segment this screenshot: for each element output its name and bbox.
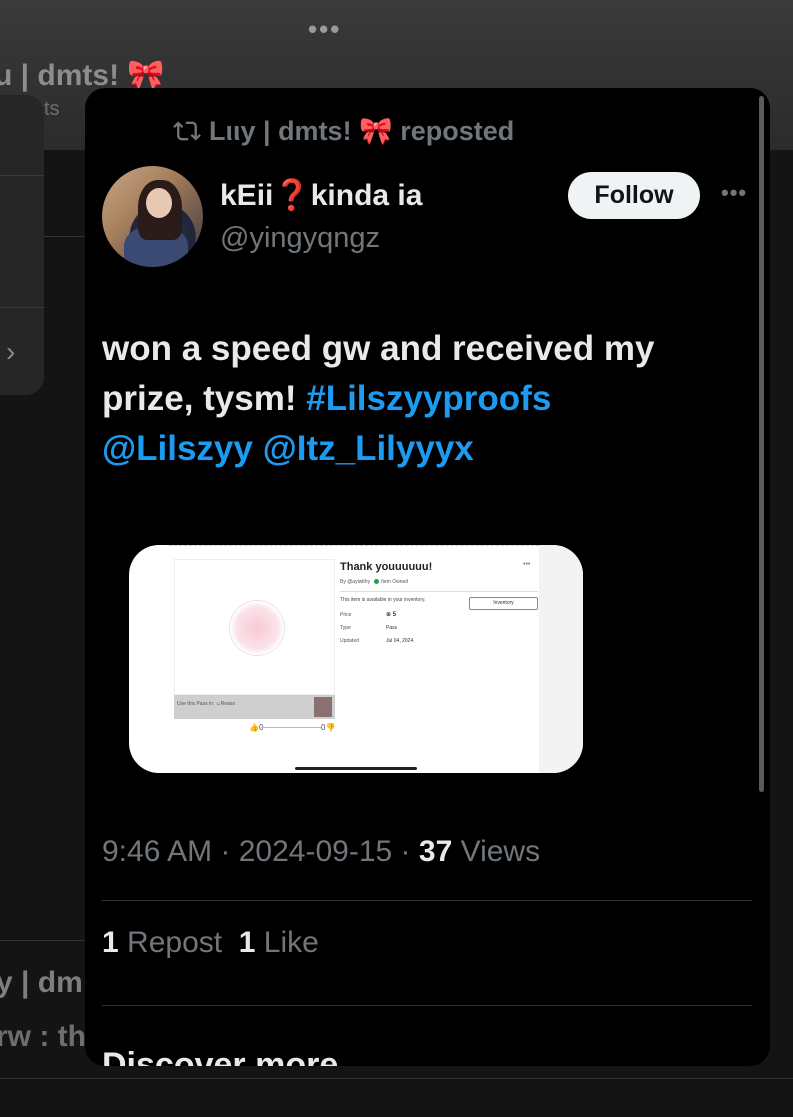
views-label: Views: [460, 835, 541, 868]
mention-link[interactable]: @Itz_Lilyyyx: [263, 429, 474, 468]
item-creator: By @aylwithy Item Owned: [340, 579, 408, 585]
background-divider: [0, 1078, 793, 1079]
vote-bar: [261, 727, 321, 728]
background-post-name: y | dm: [0, 966, 83, 999]
repost-stat-label: Repost: [127, 926, 223, 959]
check-icon: [374, 579, 380, 585]
scrollbar[interactable]: [759, 96, 764, 792]
thumbs-down-icon: 0👎: [321, 723, 336, 732]
tweet-detail-card: Lιιy | dmts! 🎀 reposted kEii❓kinda ia @y…: [85, 88, 770, 1066]
game-thumbnail: [314, 697, 332, 717]
avatar-figure: [146, 188, 172, 218]
author-handle[interactable]: @yingyqngz: [220, 222, 380, 255]
chevron-right-icon: ›: [6, 336, 16, 367]
detail-label: Type: [340, 625, 351, 631]
repost-icon: [173, 121, 201, 141]
divider: [102, 1005, 752, 1006]
item-title: Thank youuuuuu!: [340, 561, 433, 573]
like-stat-label: Like: [263, 926, 319, 959]
like-count: 1: [238, 926, 256, 959]
media-top-edge: [169, 545, 549, 548]
item-owned-label: Item Owned: [381, 579, 409, 585]
divider: [102, 900, 752, 901]
detail-value: ⊕ 5: [386, 612, 397, 618]
dislike-count: 0: [321, 723, 326, 732]
follow-button[interactable]: Follow: [568, 172, 700, 219]
tweet-media-image[interactable]: Use this Pass in: ☺Reaso 👍0 0👎 Thank you…: [129, 545, 583, 773]
item-use-bar: Use this Pass in: ☺Reaso: [174, 695, 335, 719]
item-thumbnail: [174, 559, 335, 695]
media-side-strip: [539, 545, 583, 773]
more-options-icon: •••: [523, 561, 531, 568]
tweet-time: 9:46 AM: [102, 835, 213, 868]
item-use-text: Use this Pass in: ☺Reaso: [177, 701, 236, 707]
background-more-dots: •••: [308, 14, 342, 44]
views-count: 37: [418, 835, 453, 868]
more-options-icon[interactable]: •••: [721, 180, 747, 206]
detail-label: Updated: [340, 638, 359, 644]
discover-more-heading: Discover more: [102, 1046, 339, 1066]
detail-value: Jul 04, 2024: [386, 638, 414, 644]
hashtag-link[interactable]: #Lilszyyproofs: [306, 379, 551, 418]
tweet-timestamp[interactable]: 9:46 AM · 2024-09-15 · 37 Views: [102, 835, 540, 869]
detail-value: Pass: [386, 625, 398, 631]
like-stat[interactable]: 1 Like: [239, 926, 319, 959]
home-indicator: [295, 767, 417, 770]
tweet-date: 2024-09-15: [238, 835, 393, 868]
tweet-text: won a speed gw and received my prize, ty…: [102, 324, 722, 474]
background-divider: [0, 940, 90, 941]
inventory-note: This item is available in your inventory…: [340, 597, 426, 603]
repost-context-label: Lιιy | dmts! 🎀 reposted: [209, 116, 515, 146]
repost-stat[interactable]: 1 Repost: [102, 926, 222, 959]
divider: [340, 591, 538, 592]
avatar[interactable]: [102, 166, 203, 267]
item-creator-label: By @aylwithy: [340, 579, 371, 585]
detail-label: Price: [340, 612, 352, 618]
panel-separator: [0, 307, 44, 308]
item-icon: [229, 600, 285, 656]
panel-separator: [0, 175, 44, 176]
author-display-name[interactable]: kEii❓kinda ia: [220, 178, 422, 213]
background-post-text: rw : th: [0, 1020, 86, 1053]
engagement-stats: 1 Repost 1 Like: [102, 926, 319, 960]
repost-context[interactable]: Lιιy | dmts! 🎀 reposted: [173, 115, 514, 147]
inventory-button: Inventory: [469, 597, 538, 610]
mention-link[interactable]: @Lilszyy: [102, 429, 253, 468]
repost-count: 1: [102, 926, 119, 959]
